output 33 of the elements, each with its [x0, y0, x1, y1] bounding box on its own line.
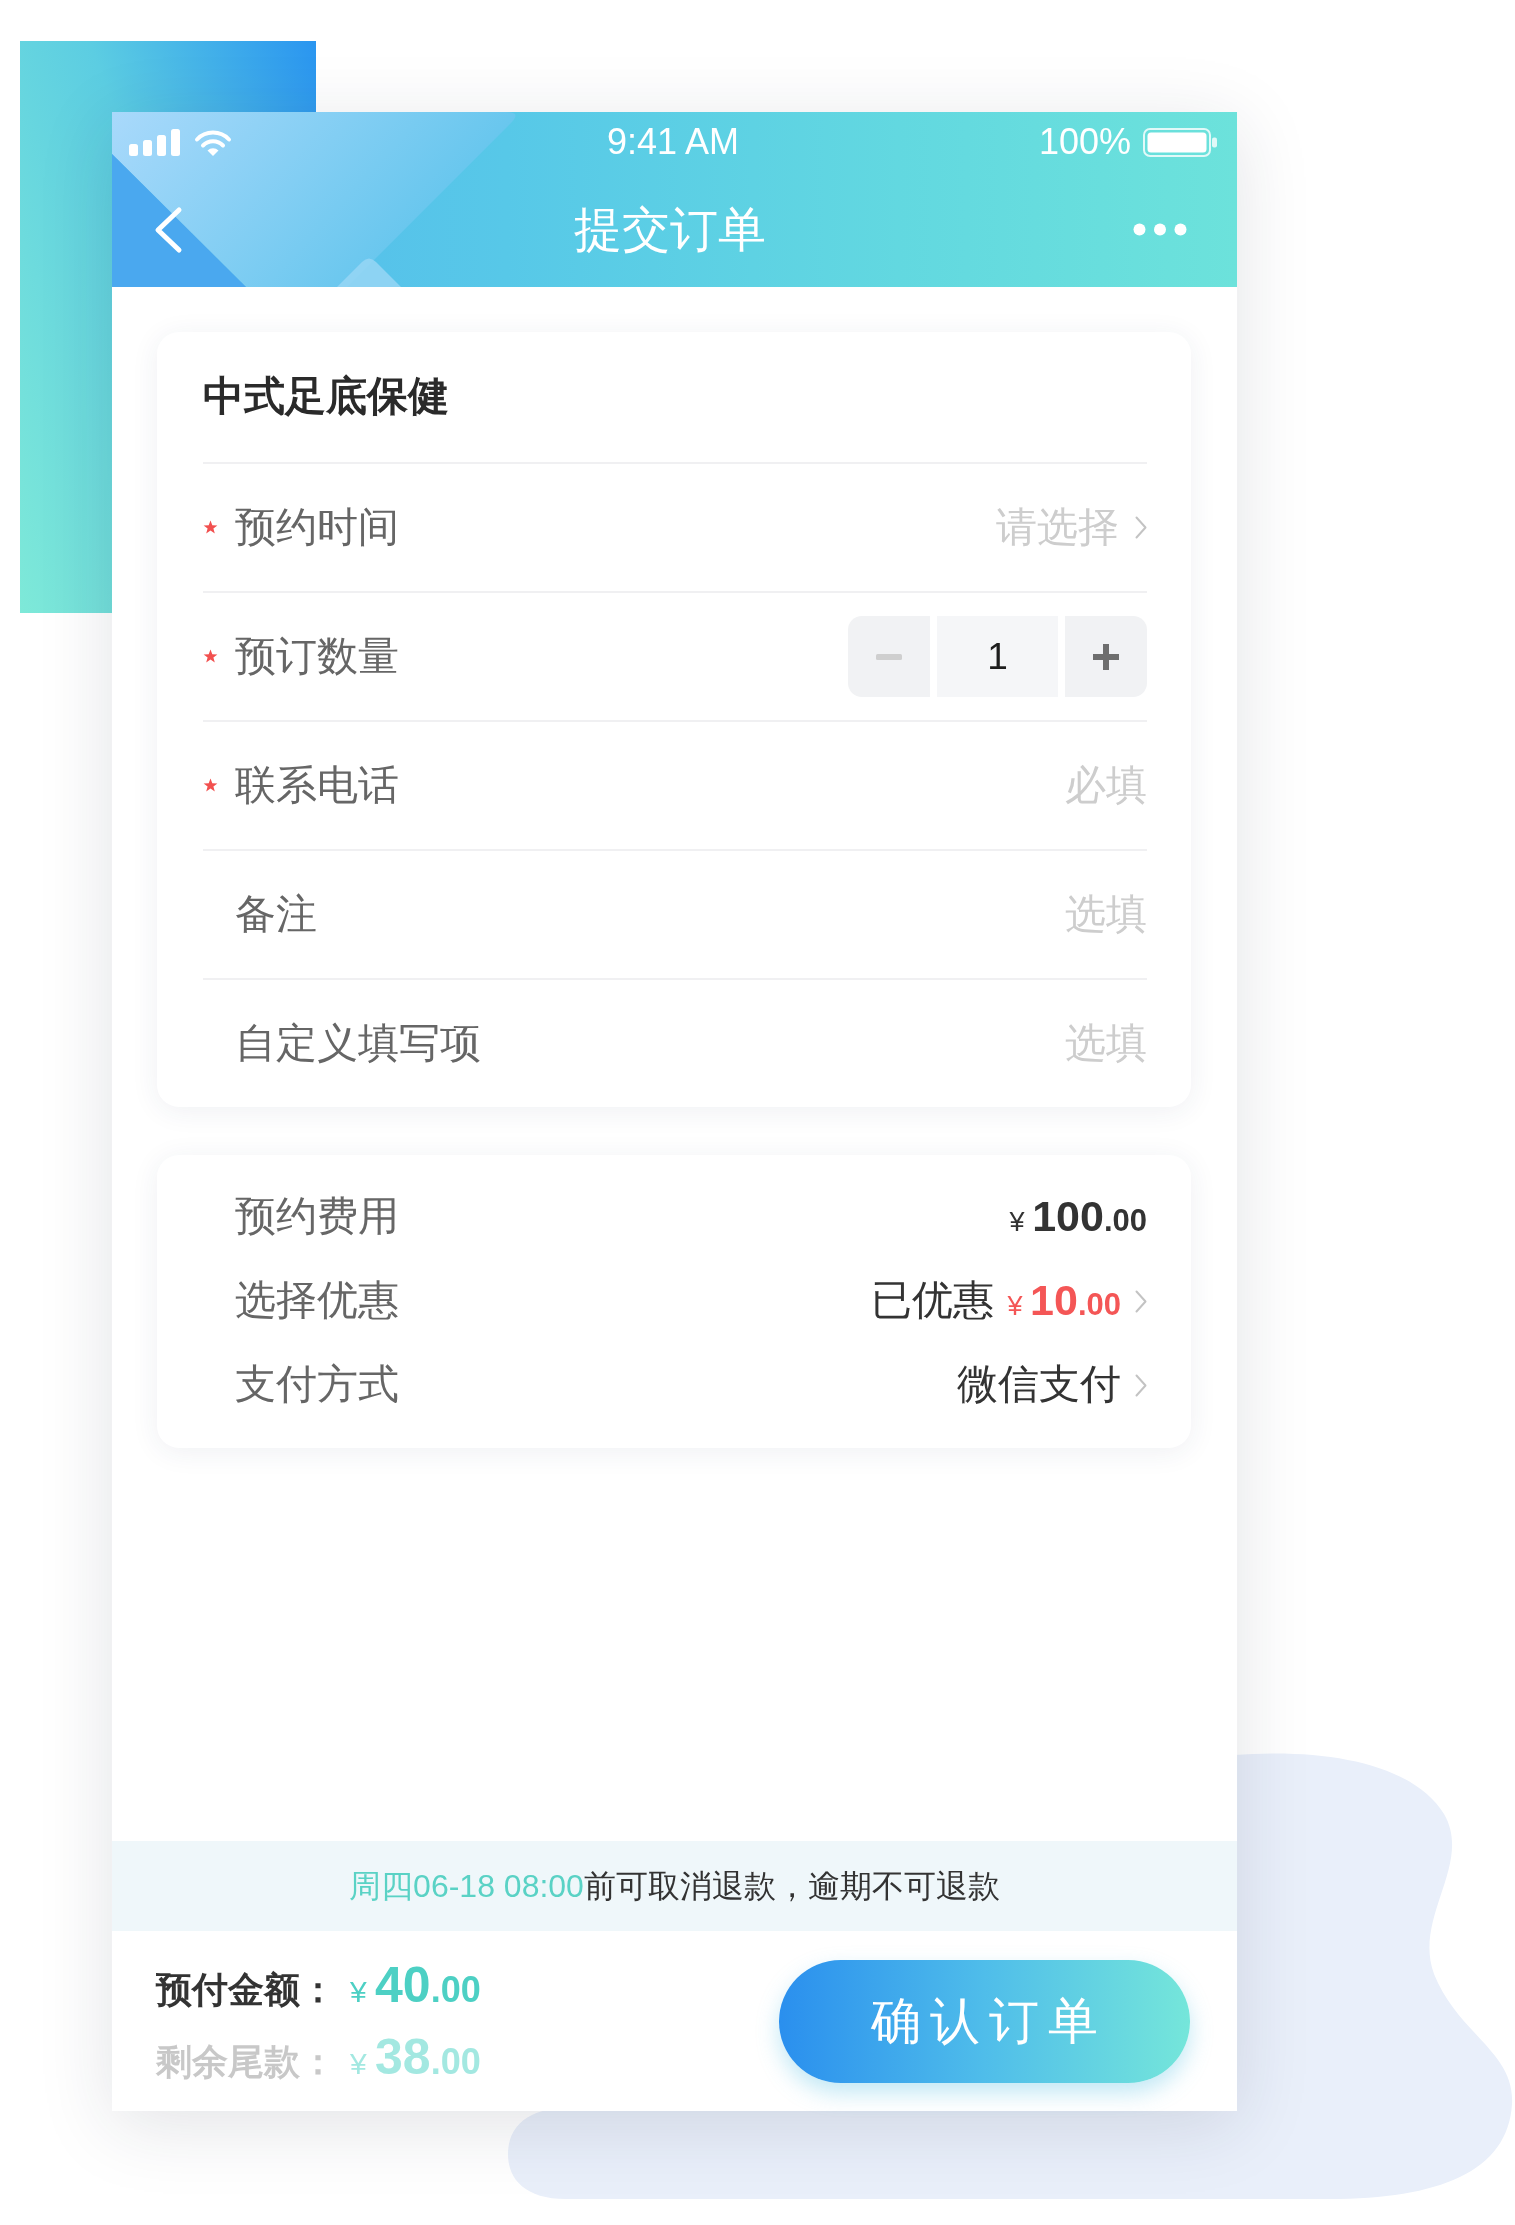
battery-percent: 100%	[1038, 124, 1131, 160]
field-label: 预订数量	[235, 631, 399, 681]
discount-amount: ¥ 10.00	[1007, 1277, 1121, 1325]
discount-label: 已优惠	[870, 1276, 994, 1326]
more-icon	[1133, 223, 1187, 236]
payment-method: 微信支付	[957, 1360, 1121, 1410]
field-label: 预约时间	[235, 502, 399, 552]
quantity-field[interactable]: 1	[937, 616, 1058, 697]
battery-icon	[1143, 127, 1217, 157]
summary-amount: ¥ 38.00	[350, 2029, 481, 2085]
refund-notice: 周四06-18 08:00前可取消退款，逾期不可退款	[349, 1866, 1000, 1906]
increase-button[interactable]	[1065, 616, 1147, 697]
field-label: 联系电话	[235, 760, 399, 810]
field-label: 备注	[235, 889, 317, 939]
signal-icon	[129, 128, 180, 156]
plus-icon	[1093, 643, 1119, 670]
back-button[interactable]	[153, 205, 183, 254]
more-button[interactable]	[1133, 223, 1187, 236]
fee-label: 选择优惠	[235, 1276, 399, 1326]
back-icon	[153, 205, 183, 254]
minus-icon	[876, 653, 902, 660]
field-label: 自定义填写项	[235, 1018, 481, 1068]
summary-amount: ¥ 40.00	[350, 1957, 481, 2013]
fee-label: 支付方式	[235, 1360, 399, 1410]
service-title: 中式足底保健	[203, 372, 449, 422]
summary-label: 预付金额：	[156, 1967, 336, 2011]
price-amount: ¥ 100.00	[1009, 1193, 1147, 1241]
wifi-icon	[194, 128, 232, 156]
chevron-icon	[1135, 516, 1147, 539]
fee-label: 预约费用	[235, 1192, 399, 1242]
page-title: 提交订单	[574, 201, 766, 258]
confirm-order-button[interactable]: 确认订单	[779, 1959, 1190, 2083]
status-time: 9:41 AM	[606, 124, 740, 160]
